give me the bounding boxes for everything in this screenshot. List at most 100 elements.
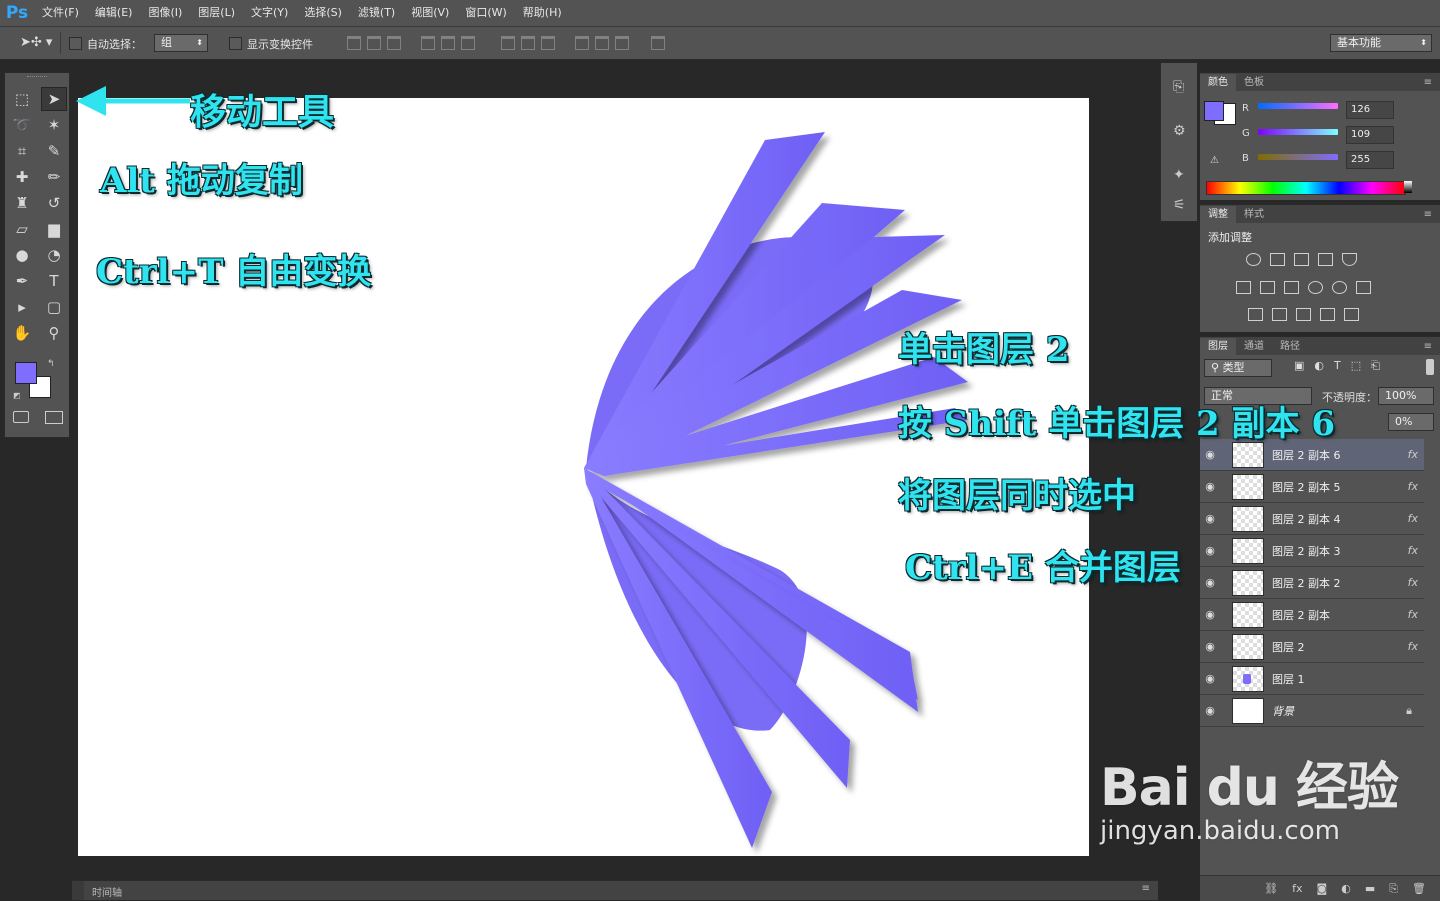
brush-panel-icon[interactable]: ✦ (1173, 167, 1185, 183)
photo-filter-icon[interactable] (1308, 281, 1323, 294)
add-style-icon[interactable]: fx (1292, 882, 1302, 895)
new-adjustment-icon[interactable]: ◐ (1341, 882, 1351, 895)
invert-icon[interactable] (1248, 308, 1263, 321)
layer-row[interactable]: ◉ 图层 2 副本 3 fx (1200, 535, 1424, 567)
layer-effects-icon[interactable]: fx (1408, 480, 1418, 493)
layer-filter-dropdown[interactable]: ⚲ 类型 (1204, 359, 1272, 377)
visibility-eye-icon[interactable]: ◉ (1200, 448, 1220, 461)
timeline-label[interactable]: 时间轴 (92, 884, 122, 899)
foreground-color-preview[interactable] (1204, 101, 1224, 121)
add-adjustment-title: 添加调整 (1208, 231, 1252, 244)
visibility-eye-icon[interactable]: ◉ (1200, 480, 1220, 493)
layer-effects-icon[interactable]: fx (1408, 640, 1418, 653)
visibility-eye-icon[interactable]: ◉ (1200, 608, 1220, 621)
threshold-icon[interactable] (1296, 308, 1311, 321)
layer-name[interactable]: 图层 2 (1272, 639, 1408, 655)
layer-name[interactable]: 背景 (1272, 703, 1406, 719)
layer-name[interactable]: 图层 2 副本 3 (1272, 543, 1408, 559)
link-layers-icon[interactable]: ⛓ (1264, 882, 1278, 895)
b-value-field[interactable]: 255 (1346, 151, 1394, 169)
filter-adjustment-icon[interactable]: ◐ (1314, 359, 1324, 373)
layer-thumbnail (1232, 697, 1264, 724)
timeline-grip[interactable] (72, 881, 84, 900)
visibility-eye-icon[interactable]: ◉ (1200, 672, 1220, 685)
layer-effects-icon[interactable]: fx (1408, 608, 1418, 621)
selective-color-icon[interactable] (1320, 308, 1335, 321)
levels-icon[interactable] (1270, 253, 1285, 266)
layer-row[interactable]: ◉ 图层 2 副本 2 fx (1200, 567, 1424, 599)
filter-pixel-icon[interactable]: ▣ (1294, 359, 1304, 373)
layer-row[interactable]: ◉ 图层 2 副本 4 fx (1200, 503, 1424, 535)
layer-name[interactable]: 图层 2 副本 5 (1272, 479, 1408, 495)
baidu-watermark: Bai du 经验 jingyan.baidu.com (1100, 745, 1399, 846)
curves-icon[interactable] (1294, 253, 1309, 266)
filter-type-icon[interactable]: T (1334, 359, 1341, 373)
layer-row[interactable]: ◉ 图层 1 (1200, 663, 1424, 695)
hue-saturation-icon[interactable] (1236, 281, 1251, 294)
tab-paths[interactable]: 路径 (1272, 338, 1308, 355)
brush-presets-icon[interactable]: ⚟ (1173, 197, 1186, 213)
tab-styles[interactable]: 样式 (1236, 206, 1272, 223)
adjustment-icons-row3 (1248, 308, 1360, 321)
gradient-map-icon[interactable] (1344, 308, 1359, 321)
tab-channels[interactable]: 通道 (1236, 338, 1272, 355)
black-white-icon[interactable] (1284, 281, 1299, 294)
gamut-warning-icon[interactable]: ⚠ (1210, 155, 1219, 166)
color-ramp[interactable] (1206, 181, 1406, 195)
filter-smart-object-icon[interactable]: ⎗ (1371, 359, 1380, 373)
exposure-icon[interactable] (1318, 253, 1333, 266)
visibility-eye-icon[interactable]: ◉ (1200, 640, 1220, 653)
posterize-icon[interactable] (1272, 308, 1287, 321)
layer-row[interactable]: ◉ 背景 🔒︎ (1200, 695, 1424, 727)
add-mask-icon[interactable]: ◙ (1317, 882, 1328, 895)
r-slider[interactable] (1258, 103, 1338, 109)
layer-name[interactable]: 图层 2 副本 (1272, 607, 1408, 623)
new-group-icon[interactable]: ▬ (1365, 882, 1375, 895)
r-value-field[interactable]: 126 (1346, 101, 1394, 119)
channel-mixer-icon[interactable] (1332, 281, 1347, 294)
visibility-eye-icon[interactable]: ◉ (1200, 576, 1220, 589)
collapsed-panels-strip: ⎘ ⚙ ✦ ⚟ (1160, 62, 1198, 222)
layer-name[interactable]: 图层 2 副本 2 (1272, 575, 1408, 591)
g-slider[interactable] (1258, 129, 1338, 135)
tab-layers[interactable]: 图层 (1200, 338, 1236, 355)
tab-adjustments[interactable]: 调整 (1200, 206, 1236, 223)
layer-effects-icon[interactable]: fx (1408, 544, 1418, 557)
panel-menu-icon[interactable]: ≡ (1416, 206, 1440, 223)
color-lookup-icon[interactable] (1356, 281, 1371, 294)
layer-row[interactable]: ◉ 图层 2 副本 5 fx (1200, 471, 1424, 503)
annotation-free-transform: Ctrl+T 自由变换 (96, 252, 372, 292)
layer-name[interactable]: 图层 2 副本 6 (1272, 447, 1408, 463)
annotation-step2: 按 Shift 单击图层 2 副本 6 (898, 404, 1336, 444)
layer-name[interactable]: 图层 1 (1272, 671, 1424, 687)
panel-menu-icon[interactable]: ≡ (1416, 74, 1440, 91)
vibrance-icon[interactable] (1342, 253, 1357, 266)
visibility-eye-icon[interactable]: ◉ (1200, 704, 1220, 717)
visibility-eye-icon[interactable]: ◉ (1200, 512, 1220, 525)
bw-ramp[interactable] (1404, 181, 1412, 193)
layer-name[interactable]: 图层 2 副本 4 (1272, 511, 1408, 527)
layer-effects-icon[interactable]: fx (1408, 576, 1418, 589)
layer-effects-icon[interactable]: fx (1408, 512, 1418, 525)
panel-menu-icon[interactable]: ≡ (1142, 883, 1150, 894)
annotation-alt-drag: Alt 拖动复制 (100, 161, 303, 201)
new-layer-icon[interactable]: ⎘ (1389, 882, 1398, 896)
fill-field[interactable]: 0% (1388, 413, 1434, 431)
layer-row[interactable]: ◉ 图层 2 副本 fx (1200, 599, 1424, 631)
tab-swatches[interactable]: 色板 (1236, 74, 1272, 91)
layer-row[interactable]: ◉ 图层 2 fx (1200, 631, 1424, 663)
panel-menu-icon[interactable]: ≡ (1416, 338, 1440, 355)
filter-toggle[interactable] (1426, 359, 1434, 375)
delete-layer-icon[interactable]: 🗑︎ (1412, 882, 1426, 895)
visibility-eye-icon[interactable]: ◉ (1200, 544, 1220, 557)
properties-panel-icon[interactable]: ⚙ (1173, 123, 1186, 139)
b-slider[interactable] (1258, 154, 1338, 160)
brightness-icon[interactable] (1246, 253, 1261, 266)
layer-effects-icon[interactable]: fx (1408, 448, 1418, 461)
tab-color[interactable]: 颜色 (1200, 74, 1236, 91)
filter-shape-icon[interactable]: ⬚ (1351, 359, 1361, 373)
g-value-field[interactable]: 109 (1346, 126, 1394, 144)
history-panel-icon[interactable]: ⎘ (1173, 79, 1184, 95)
color-balance-icon[interactable] (1260, 281, 1275, 294)
opacity-field[interactable]: 100% (1378, 387, 1434, 405)
